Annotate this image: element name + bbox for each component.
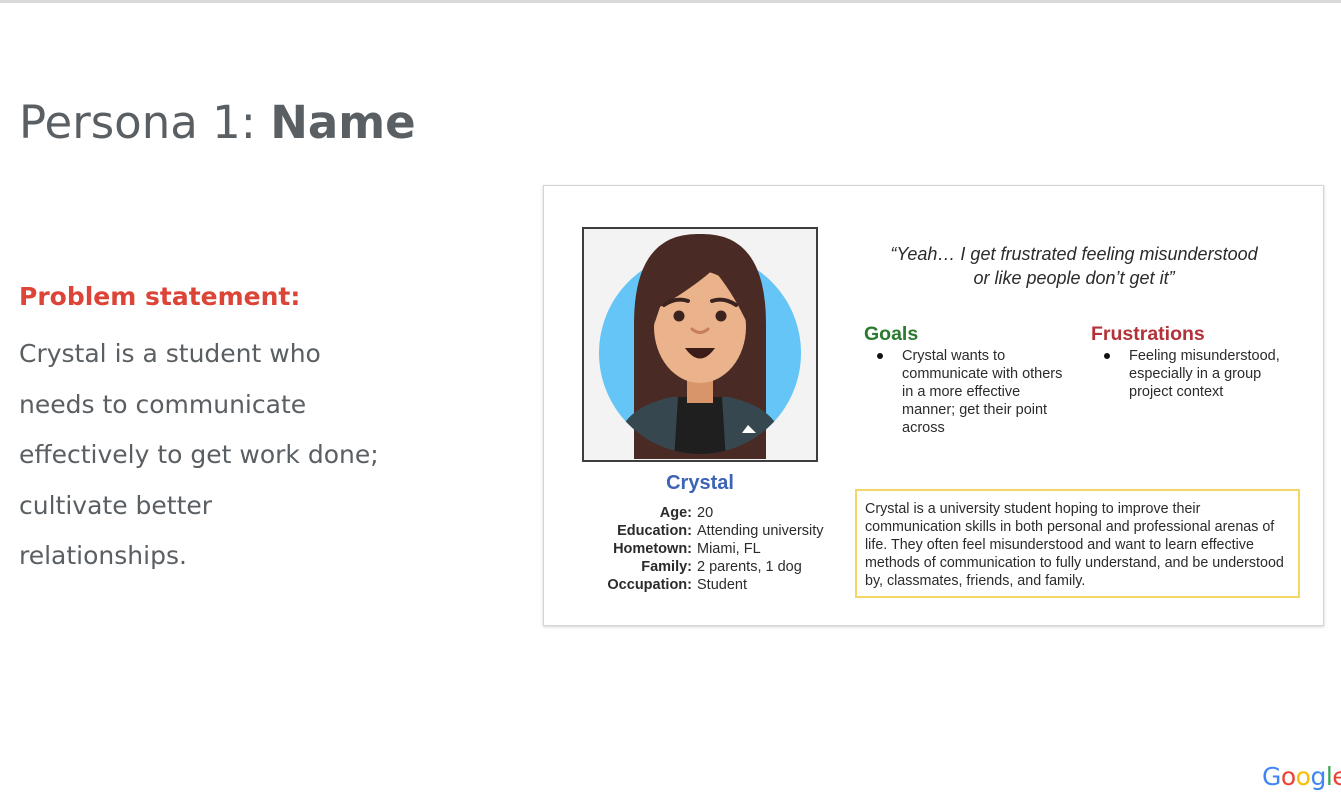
detail-value: Student (697, 577, 747, 593)
detail-label: Hometown: (613, 541, 692, 557)
logo-letter: e (1332, 762, 1341, 791)
persona-bio: Crystal is a university student hoping t… (855, 489, 1300, 598)
detail-label: Family: (641, 559, 692, 575)
detail-value: Miami, FL (697, 541, 761, 557)
quote-line: “Yeah… I get frustrated feeling misunder… (890, 244, 1258, 264)
google-logo: Google (1262, 762, 1341, 791)
logo-letter: o (1280, 762, 1296, 791)
detail-label: Education: (617, 523, 692, 539)
detail-value: 2 parents, 1 dog (697, 559, 802, 575)
avatar-illustration-icon (599, 233, 801, 459)
top-divider (0, 0, 1341, 3)
frustrations-list: Feeling misunderstood, especially in a g… (1102, 347, 1302, 401)
quote-line: or like people don’t get it” (973, 267, 1175, 288)
title-bold: Name (270, 96, 416, 149)
persona-quote: “Yeah… I get frustrated feeling misunder… (844, 243, 1304, 290)
persona-details: Age: 20 Education: Attending university Ho… (574, 504, 824, 594)
problem-statement-heading: Problem statement: (19, 282, 301, 311)
frustrations-heading: Frustrations (1091, 323, 1205, 345)
title-prefix: Persona 1: (19, 96, 271, 149)
goals-list: Crystal wants to communicate with others… (875, 347, 1065, 437)
frustration-item: Feeling misunderstood, especially in a g… (1102, 347, 1302, 401)
detail-row-hometown: Hometown: Miami, FL (574, 540, 824, 558)
logo-letter: G (1262, 762, 1281, 791)
detail-row-age: Age: 20 (574, 504, 824, 522)
detail-row-family: Family: 2 parents, 1 dog (574, 558, 824, 576)
detail-value: Attending university (697, 523, 824, 539)
persona-photo-frame (582, 227, 818, 462)
persona-card: Crystal Age: 20 Education: Attending unive… (543, 185, 1324, 626)
persona-name: Crystal (666, 472, 734, 494)
detail-label: Occupation: (607, 577, 692, 593)
slide-title: Persona 1: Name (19, 98, 416, 148)
goal-item: Crystal wants to communicate with others… (875, 347, 1065, 437)
detail-row-education: Education: Attending university (574, 522, 824, 540)
goals-heading: Goals (864, 323, 919, 345)
logo-letter: o (1295, 762, 1311, 791)
problem-statement-text: Crystal is a student who needs to commun… (19, 339, 379, 570)
detail-row-occupation: Occupation: Student (574, 576, 824, 594)
detail-label: Age: (659, 505, 692, 521)
detail-value: 20 (697, 505, 714, 521)
logo-letter: g (1310, 762, 1326, 791)
